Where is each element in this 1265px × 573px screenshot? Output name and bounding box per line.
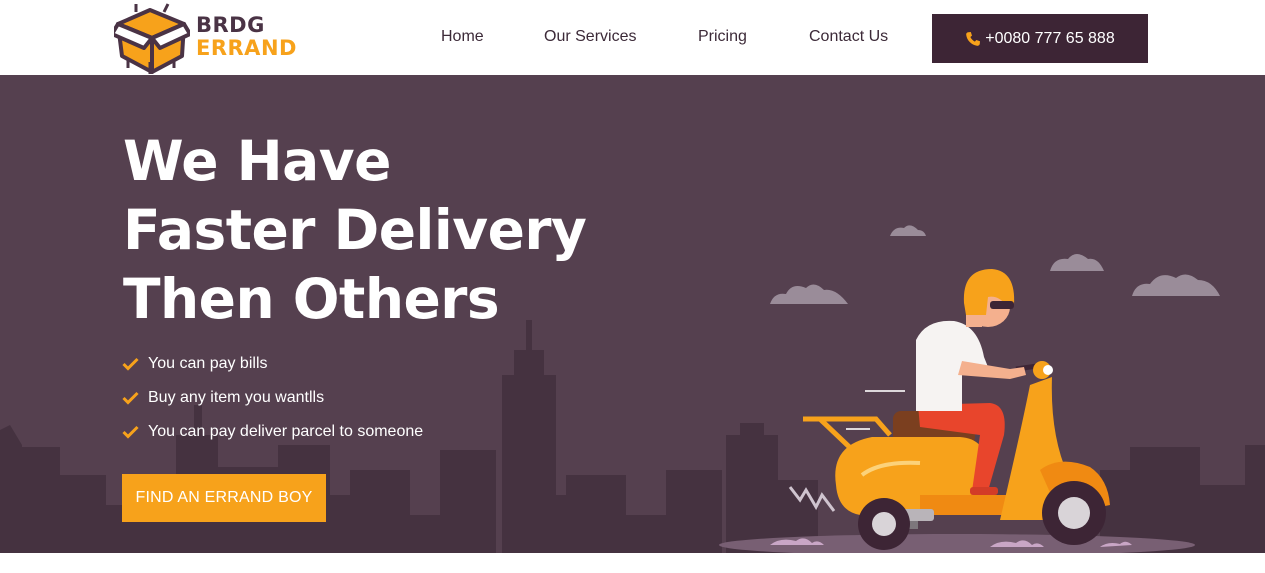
site-header: BRDG ERRAND Home Our Services Pricing Co… xyxy=(0,0,1265,76)
nav-contact-us[interactable]: Contact Us xyxy=(809,28,888,46)
brand-name-line2: ERRAND xyxy=(196,36,297,60)
feature-text: You can pay bills xyxy=(148,355,268,372)
find-errand-boy-button[interactable]: FIND AN ERRAND BOY xyxy=(122,474,326,522)
hero-section: We Have Faster Delivery Then Others You … xyxy=(0,75,1265,553)
nav-home[interactable]: Home xyxy=(441,28,484,46)
feature-item: Buy any item you wantlls xyxy=(122,381,423,415)
hero-heading-line: We Have xyxy=(123,129,391,193)
hero-heading-line: Then Others xyxy=(123,267,500,331)
check-icon xyxy=(122,425,139,439)
phone-call-button[interactable]: +0080 777 65 888 xyxy=(932,14,1148,63)
check-icon xyxy=(122,391,139,405)
package-box-icon xyxy=(114,3,190,74)
hero-heading-line: Faster Delivery xyxy=(123,198,587,262)
phone-icon xyxy=(965,31,981,47)
feature-item: You can pay bills xyxy=(122,347,423,381)
phone-number: +0080 777 65 888 xyxy=(985,29,1115,47)
feature-item: You can pay deliver parcel to someone xyxy=(122,415,423,449)
feature-text: Buy any item you wantlls xyxy=(148,389,325,406)
nav-our-services[interactable]: Our Services xyxy=(544,28,636,46)
page-bottom-strip xyxy=(0,553,1265,573)
feature-text: You can pay deliver parcel to someone xyxy=(148,423,424,440)
check-icon xyxy=(122,357,139,371)
brand-wordmark: BRDG ERRAND xyxy=(196,14,297,60)
brand-logo[interactable]: BRDG ERRAND xyxy=(114,2,304,74)
feature-list: You can pay bills Buy any item you wantl… xyxy=(122,347,423,449)
hero-heading: We Have Faster Delivery Then Others xyxy=(123,127,587,334)
nav-pricing[interactable]: Pricing xyxy=(698,28,747,46)
brand-name-line1: BRDG xyxy=(196,13,265,37)
